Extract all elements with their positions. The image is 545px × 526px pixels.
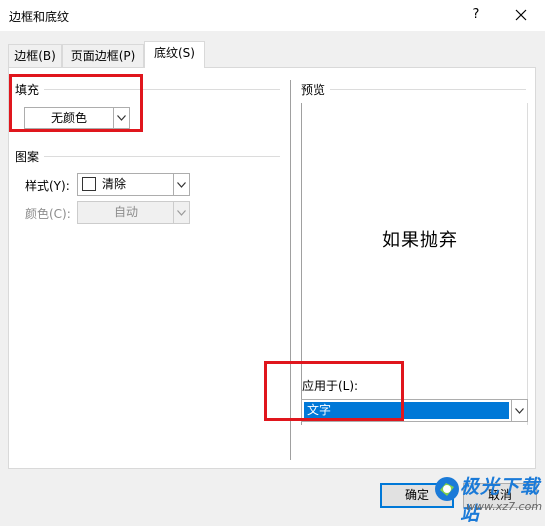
- dropdown-arrow: [173, 202, 189, 223]
- close-icon: [515, 9, 527, 21]
- watermark-text: 极光下载站: [460, 476, 541, 525]
- pattern-color-value: 自动: [114, 205, 139, 219]
- watermark: 极光下载站 www.xz7.com: [430, 468, 545, 525]
- style-label: 样式(Y):: [25, 179, 70, 193]
- fill-color-dropdown[interactable]: 无颜色: [24, 107, 130, 129]
- chevron-down-icon: [177, 209, 186, 216]
- help-button[interactable]: ?: [466, 4, 486, 26]
- apply-to-dropdown[interactable]: 文字: [301, 399, 528, 422]
- dialog-title: 边框和底纹: [9, 10, 70, 24]
- close-button[interactable]: [506, 4, 536, 26]
- fill-color-value: 无颜色: [51, 111, 88, 125]
- apply-to-label: 应用于(L):: [302, 379, 359, 393]
- tab-page-border[interactable]: 页面边框(P): [62, 44, 144, 67]
- style-value: 清除: [102, 177, 127, 191]
- watermark-url: www.xz7.com: [466, 500, 543, 513]
- color-label: 颜色(C):: [25, 207, 71, 221]
- preview-divider: [290, 80, 291, 460]
- pattern-divider: [44, 156, 280, 157]
- apply-to-value: 文字: [304, 402, 509, 419]
- title-bar: 边框和底纹 ?: [0, 0, 545, 31]
- style-dropdown[interactable]: 清除: [77, 173, 190, 196]
- dropdown-arrow: [173, 174, 189, 195]
- tab-borders[interactable]: 边框(B): [8, 44, 62, 67]
- watermark-logo-icon: [435, 477, 459, 501]
- fill-section-label: 填充: [15, 81, 40, 98]
- fill-divider: [44, 89, 280, 90]
- tab-shading[interactable]: 底纹(S): [144, 41, 205, 68]
- preview-section-label: 预览: [301, 81, 326, 98]
- chevron-down-icon: [515, 407, 524, 414]
- pattern-color-dropdown[interactable]: 自动: [77, 201, 190, 224]
- preview-right-border: [527, 103, 528, 425]
- dropdown-arrow: [113, 108, 129, 128]
- color-swatch: [82, 177, 96, 191]
- dropdown-arrow: [511, 400, 527, 421]
- chevron-down-icon: [177, 181, 186, 188]
- chevron-down-icon: [117, 115, 126, 121]
- preview-sample-text: 如果抛弃: [382, 230, 458, 251]
- pattern-section-label: 图案: [15, 148, 40, 165]
- preview-title-line: [330, 89, 526, 90]
